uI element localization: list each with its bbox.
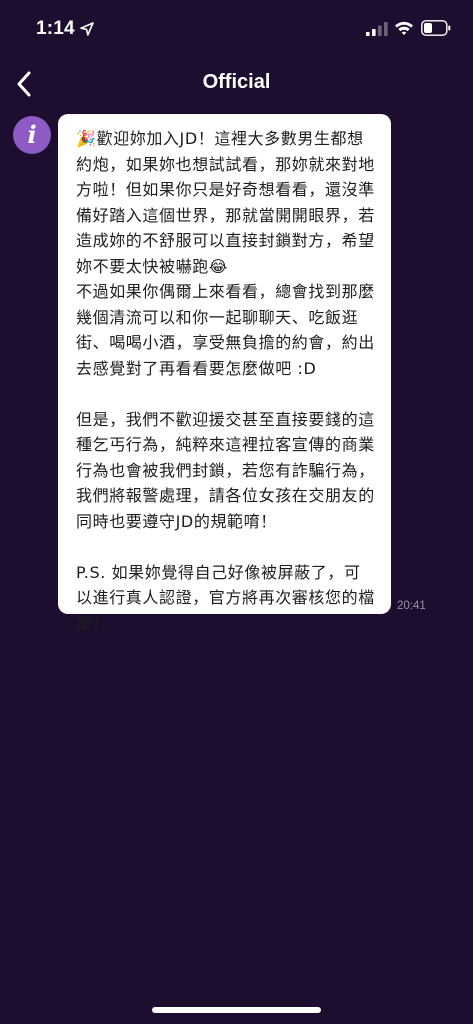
cellular-signal-icon [366, 22, 388, 36]
message-paragraph: 🎉歡迎妳加入JD！這裡大多數男生都想約炮，如果妳也想試試看，那妳就來對地方啦！但… [76, 129, 375, 378]
status-bar: 1:14 [0, 0, 473, 58]
battery-icon [421, 20, 451, 36]
message-paragraph: 但是，我們不歡迎援交甚至直接要錢的這種乞丐行為，純粹來這裡拉客宣傳的商業行為也會… [76, 409, 375, 531]
wifi-icon [395, 21, 413, 35]
chat-area[interactable]: i 🎉歡迎妳加入JD！這裡大多數男生都想約炮，如果妳也想試試看，那妳就來對地方啦… [0, 110, 473, 1000]
status-time: 1:14 [36, 18, 75, 39]
message-timestamp: 20:41 [397, 600, 426, 612]
message-bubble[interactable]: 🎉歡迎妳加入JD！這裡大多數男生都想約炮，如果妳也想試試看，那妳就來對地方啦！但… [58, 114, 391, 633]
info-icon: i [27, 120, 37, 149]
chat-screen: 1:14 Official i 🎉歡迎妳加入JD！這裡大多數男生都想約炮，如果妳… [0, 0, 473, 1024]
nav-bar: Official [0, 58, 473, 110]
message-paragraph: P.S. 如果妳覺得自己好像被屏蔽了，可以進行真人認證，官方將再次審核您的檔案！ [76, 562, 375, 633]
location-arrow-icon [80, 22, 94, 36]
home-indicator[interactable] [152, 1007, 321, 1013]
official-avatar[interactable]: i [13, 116, 51, 154]
nav-title: Official [202, 71, 271, 93]
